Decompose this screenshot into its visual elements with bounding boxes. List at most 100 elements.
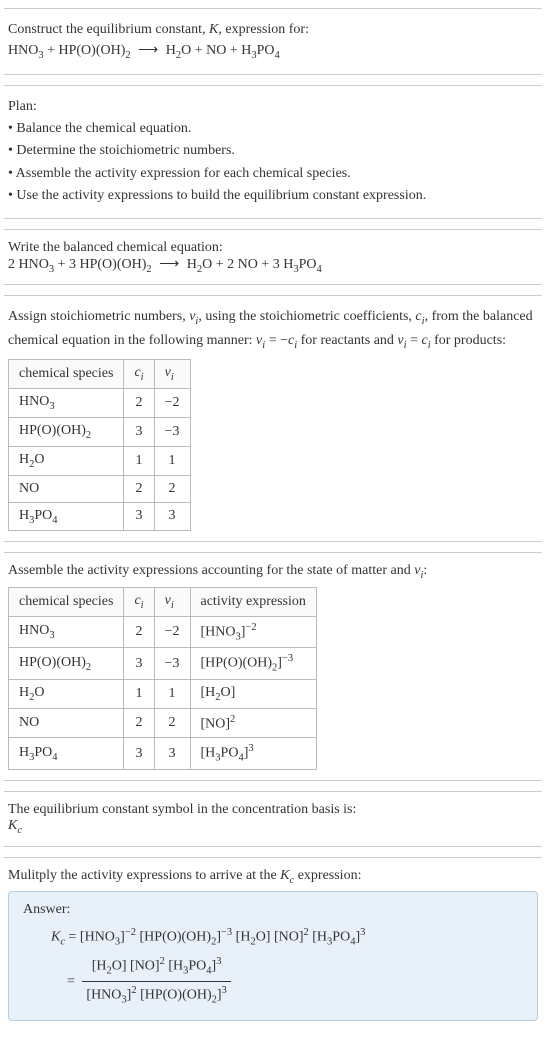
answer-box: Answer: Kc = [HNO3]−2 [HP(O)(OH)2]−3 [H2…: [8, 891, 538, 1021]
sp-tail: O: [34, 685, 44, 700]
d2e: 3: [222, 985, 227, 996]
act-intro1: Assemble the activity expressions accoun…: [8, 563, 414, 578]
table-row: H2O 1 1 [H2O]: [9, 679, 317, 708]
t3p: O] [NO]: [256, 930, 304, 945]
t2e: −3: [221, 927, 232, 938]
prompt-line1: Construct the equilibrium constant,: [8, 22, 209, 37]
sp-sub: 3: [49, 401, 54, 412]
prompt-section: Construct the equilibrium constant, K, e…: [4, 8, 542, 75]
ans-eq2: =: [67, 974, 78, 989]
sp-tail: PO: [34, 745, 52, 760]
eq2b: =: [407, 333, 422, 348]
sp: HP(O)(OH): [19, 655, 86, 670]
fraction-denominator: [HNO3]2 [HP(O)(OH)2]3: [82, 982, 230, 1010]
ae-sup: 2: [230, 714, 235, 725]
eq-hno3: HNO: [8, 43, 38, 58]
activity-intro: Assemble the activity expressions accoun…: [8, 563, 538, 581]
table-row: H2O 1 1: [9, 446, 191, 475]
stoich-intro2: , using the stoichiometric coefficients,: [198, 309, 415, 324]
table-row: HNO3 2 −2 [HNO3]−2: [9, 616, 317, 647]
sp: H: [19, 508, 29, 523]
t4pa: PO: [332, 930, 350, 945]
th-nu-sub: i: [171, 600, 174, 611]
multiply-section: Mulitply the activity expressions to arr…: [4, 857, 542, 1032]
t1: [HNO: [80, 930, 115, 945]
sp-tail: PO: [34, 508, 52, 523]
sp-tail: O: [34, 452, 44, 467]
n1: [H: [92, 958, 107, 973]
table-row: HP(O)(OH)2 3 −3 [HP(O)(OH)2]−3: [9, 648, 317, 679]
sp-sub: 2: [86, 430, 91, 441]
ans-eq: =: [65, 930, 80, 945]
cell-c: 2: [124, 389, 154, 418]
bal-c1: 2 HNO: [8, 257, 49, 272]
sp-sub2: 4: [52, 751, 57, 762]
kcdef-line1: The equilibrium constant symbol in the c…: [8, 802, 538, 818]
mult-line1a: Mulitply the activity expressions to arr…: [8, 868, 280, 883]
balanced-section: Write the balanced chemical equation: 2 …: [4, 229, 542, 286]
act-intro2: :: [423, 563, 427, 578]
kc-sub: c: [17, 825, 22, 836]
bal-c2s: 2: [146, 263, 151, 274]
sp-sub: 2: [86, 662, 91, 673]
plan-b2: • Determine the stoichiometric numbers.: [8, 140, 538, 162]
stoich-table: chemical species ci νi HNO3 2 −2 HP(O)(O…: [8, 359, 191, 531]
arrow-icon: ⟶: [134, 40, 162, 61]
activity-table: chemical species ci νi activity expressi…: [8, 587, 317, 770]
ae-pre: [NO]: [201, 716, 231, 731]
table-row: NO 2 2: [9, 475, 191, 502]
stoich-intro1: Assign stoichiometric numbers,: [8, 309, 189, 324]
cell-c: 3: [124, 738, 154, 769]
cell-species: HP(O)(OH)2: [9, 417, 124, 446]
cell-species: H3PO4: [9, 502, 124, 531]
cell-species: HNO3: [9, 616, 124, 647]
k-var: K: [209, 22, 218, 37]
th-ci: ci: [124, 360, 154, 389]
t4e: 3: [360, 927, 365, 938]
eq-po4-sub: 4: [274, 50, 279, 61]
sp-sub: 3: [49, 630, 54, 641]
table-row: HNO3 2 −2: [9, 389, 191, 418]
sp: HNO: [19, 623, 49, 638]
cell-species: HNO3: [9, 389, 124, 418]
mult-line1b: expression:: [294, 868, 361, 883]
stoich-section: Assign stoichiometric numbers, νi , using…: [4, 295, 542, 542]
ae-post: O]: [221, 685, 236, 700]
cell-nu: 1: [154, 446, 190, 475]
cell-c: 2: [124, 616, 154, 647]
t1e: −2: [125, 927, 136, 938]
cell-species: NO: [9, 708, 124, 738]
n2e: 3: [216, 956, 221, 967]
cell-c: 1: [124, 446, 154, 475]
cell-nu: −2: [154, 616, 190, 647]
arrow-icon: ⟶: [155, 256, 183, 273]
th-c-sub: i: [141, 372, 144, 383]
ae-sup: −3: [282, 653, 293, 664]
ae-sup: −2: [245, 622, 256, 633]
cell-nu: 2: [154, 475, 190, 502]
th-nui: νi: [154, 588, 190, 617]
cell-nu: −3: [154, 648, 190, 679]
table-row: NO 2 2 [NO]2: [9, 708, 317, 738]
plan-b4: • Use the activity expressions to build …: [8, 185, 538, 207]
th-nui: νi: [154, 360, 190, 389]
sp: H: [19, 452, 29, 467]
balanced-eq: 2 HNO3 + 3 HP(O)(OH)2 ⟶ H2O + 2 NO + 3 H…: [8, 256, 538, 275]
cell-activity: [NO]2: [190, 708, 316, 738]
cell-c: 3: [124, 502, 154, 531]
mult-K: K: [280, 868, 289, 883]
t3: [H: [232, 930, 250, 945]
balanced-title: Write the balanced chemical equation:: [8, 240, 538, 256]
cell-nu: −3: [154, 417, 190, 446]
kc-expression-line2: = [H2O] [NO]2 [H3PO4]3 [HNO3]2 [HP(O)(OH…: [67, 953, 523, 1011]
bal-c3: H: [187, 257, 197, 272]
fraction: [H2O] [NO]2 [H3PO4]3 [HNO3]2 [HP(O)(OH)2…: [82, 953, 230, 1011]
cell-species: H2O: [9, 446, 124, 475]
cell-activity: [H2O]: [190, 679, 316, 708]
plan-title: Plan:: [8, 96, 538, 118]
n2pa: PO: [188, 958, 206, 973]
cell-activity: [HP(O)(OH)2]−3: [190, 648, 316, 679]
eq1b: = −: [265, 333, 288, 348]
fraction-numerator: [H2O] [NO]2 [H3PO4]3: [82, 953, 230, 982]
table-header-row: chemical species ci νi activity expressi…: [9, 588, 317, 617]
